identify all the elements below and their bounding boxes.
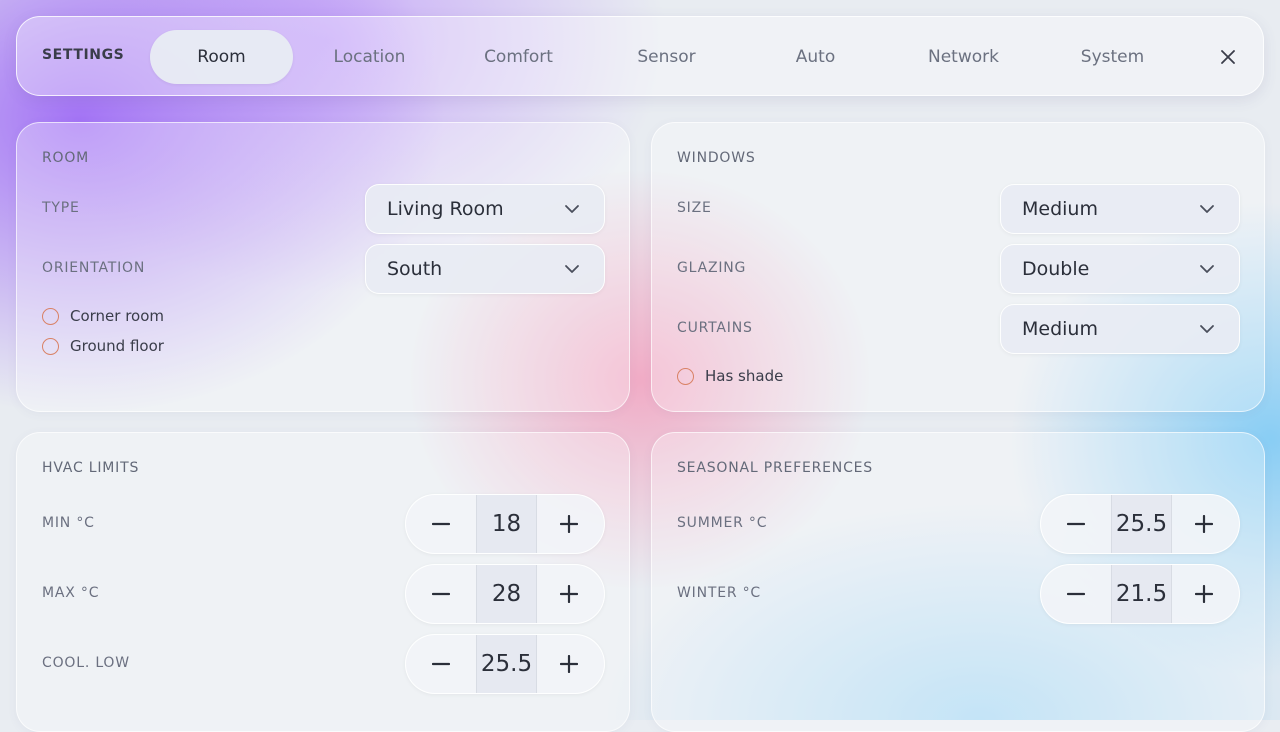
plus-icon	[1195, 515, 1213, 533]
checkbox-circle-icon	[677, 367, 694, 385]
plus-icon	[1195, 585, 1213, 603]
min-temp-stepper: 18	[405, 494, 605, 554]
orientation-select[interactable]: South	[365, 244, 605, 294]
cool-low-label: COOL. LOW	[42, 655, 130, 671]
tab-auto[interactable]: Auto	[744, 30, 887, 84]
increment-button[interactable]	[534, 495, 604, 553]
checkbox-circle-icon	[42, 337, 59, 355]
winter-temp-value[interactable]: 21.5	[1111, 565, 1172, 623]
curtains-select[interactable]: Medium	[1000, 304, 1240, 354]
windows-card: WINDOWS SIZE Medium GLAZING Double CURTA…	[651, 122, 1265, 412]
corner-room-checkbox[interactable]: Corner room	[42, 307, 164, 325]
decrement-button[interactable]	[406, 495, 476, 553]
minus-icon	[1067, 522, 1085, 526]
checkbox-circle-icon	[42, 307, 59, 325]
room-card-title: ROOM	[42, 150, 90, 166]
ground-floor-label: Ground floor	[70, 337, 164, 355]
max-temp-stepper: 28	[405, 564, 605, 624]
room-card: ROOM TYPE Living Room ORIENTATION South …	[16, 122, 630, 412]
minus-icon	[432, 592, 450, 596]
tab-network[interactable]: Network	[892, 30, 1035, 84]
increment-button[interactable]	[534, 635, 604, 693]
has-shade-label: Has shade	[705, 367, 784, 385]
chevron-down-icon	[565, 265, 579, 273]
tab-location[interactable]: Location	[298, 30, 441, 84]
cool-low-value[interactable]: 25.5	[476, 635, 537, 693]
curtains-value: Medium	[1022, 318, 1098, 340]
type-label: TYPE	[42, 200, 80, 216]
window-size-value: Medium	[1022, 198, 1098, 220]
increment-button[interactable]	[1169, 565, 1239, 623]
window-size-select[interactable]: Medium	[1000, 184, 1240, 234]
cool-low-stepper: 25.5	[405, 634, 605, 694]
hvac-limits-card: HVAC LIMITS MIN °C 18 MAX °C 28 COOL. LO…	[16, 432, 630, 732]
tab-comfort[interactable]: Comfort	[447, 30, 590, 84]
minus-icon	[1067, 592, 1085, 596]
winter-temp-stepper: 21.5	[1040, 564, 1240, 624]
glazing-value: Double	[1022, 258, 1090, 280]
plus-icon	[560, 515, 578, 533]
plus-icon	[560, 655, 578, 673]
increment-button[interactable]	[1169, 495, 1239, 553]
plus-icon	[560, 585, 578, 603]
decrement-button[interactable]	[406, 635, 476, 693]
max-temp-label: MAX °C	[42, 585, 100, 601]
curtains-label: CURTAINS	[677, 320, 753, 336]
increment-button[interactable]	[534, 565, 604, 623]
close-button[interactable]	[1213, 42, 1243, 72]
max-temp-value[interactable]: 28	[476, 565, 537, 623]
orientation-value: South	[387, 258, 443, 280]
chevron-down-icon	[1200, 205, 1214, 213]
room-type-select[interactable]: Living Room	[365, 184, 605, 234]
has-shade-checkbox[interactable]: Has shade	[677, 367, 783, 385]
orientation-label: ORIENTATION	[42, 260, 146, 276]
room-type-value: Living Room	[387, 198, 504, 220]
tab-sensor[interactable]: Sensor	[595, 30, 738, 84]
glazing-label: GLAZING	[677, 260, 747, 276]
corner-room-label: Corner room	[70, 307, 165, 325]
decrement-button[interactable]	[1041, 565, 1111, 623]
summer-temp-stepper: 25.5	[1040, 494, 1240, 554]
chevron-down-icon	[1200, 325, 1214, 333]
summer-temp-label: SUMMER °C	[677, 515, 768, 531]
minus-icon	[432, 522, 450, 526]
ground-floor-checkbox[interactable]: Ground floor	[42, 337, 164, 355]
size-label: SIZE	[677, 200, 712, 216]
seasonal-preferences-card: SEASONAL PREFERENCES SUMMER °C 25.5 WINT…	[651, 432, 1265, 732]
min-temp-label: MIN °C	[42, 515, 95, 531]
minus-icon	[432, 662, 450, 666]
chevron-down-icon	[565, 205, 579, 213]
tab-room[interactable]: Room	[150, 30, 293, 84]
close-icon	[1221, 50, 1235, 64]
chevron-down-icon	[1200, 265, 1214, 273]
settings-title: SETTINGS	[42, 47, 125, 63]
glazing-select[interactable]: Double	[1000, 244, 1240, 294]
seasonal-card-title: SEASONAL PREFERENCES	[677, 460, 873, 476]
winter-temp-label: WINTER °C	[677, 585, 761, 601]
min-temp-value[interactable]: 18	[476, 495, 537, 553]
settings-top-bar: SETTINGS Room Location Comfort Sensor Au…	[16, 16, 1264, 96]
tab-system[interactable]: System	[1041, 30, 1184, 84]
summer-temp-value[interactable]: 25.5	[1111, 495, 1172, 553]
windows-card-title: WINDOWS	[677, 150, 756, 166]
hvac-card-title: HVAC LIMITS	[42, 460, 140, 476]
decrement-button[interactable]	[406, 565, 476, 623]
decrement-button[interactable]	[1041, 495, 1111, 553]
